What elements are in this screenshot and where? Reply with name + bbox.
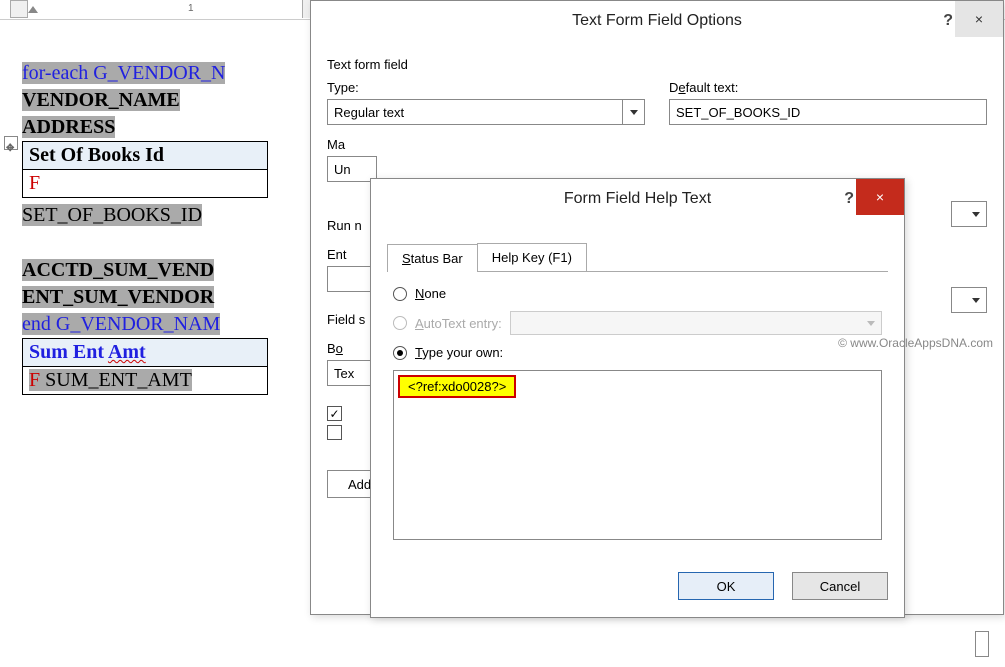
fillin-enabled-checkbox[interactable]: ✓ <box>327 406 342 421</box>
dialog-title: Form Field Help Text <box>564 190 711 208</box>
help-text-textarea[interactable]: <?ref:xdo0028?> <box>393 370 882 540</box>
max-length-label: Ma <box>327 137 345 152</box>
text-format-combo[interactable] <box>951 201 987 227</box>
default-text-label: Default text: <box>669 80 738 95</box>
close-icon[interactable]: × <box>856 179 904 215</box>
foreach-field[interactable]: for-each G_VENDOR_N <box>22 62 225 84</box>
tabs: Status Bar Help Key (F1) <box>387 243 888 272</box>
dialog-title: Text Form Field Options <box>572 12 742 30</box>
help-icon[interactable]: ? <box>943 12 953 30</box>
ok-button[interactable]: OK <box>678 572 774 600</box>
table-cell-sum-ent-amt[interactable]: F SUM_ENT_AMT <box>22 367 268 395</box>
form-field-help-text-dialog: Form Field Help Text ? × Status Bar Help… <box>370 178 905 618</box>
entry-label: Ent <box>327 247 347 262</box>
ent-sum-field: ENT_SUM_VENDOR <box>22 286 214 308</box>
tab-status-bar[interactable]: Status Bar <box>387 244 478 272</box>
cancel-button[interactable]: Cancel <box>792 572 888 600</box>
ruler-number: 1 <box>188 3 194 14</box>
address-field: ADDRESS <box>22 116 115 138</box>
table-header-sum-ent-amt[interactable]: Sum Ent Amt <box>22 338 268 367</box>
run-macro-label: Run n <box>327 218 362 233</box>
tab-help-key[interactable]: Help Key (F1) <box>477 243 587 271</box>
dialog-title-bar[interactable]: Form Field Help Text ? × <box>371 179 904 219</box>
radio-none[interactable] <box>393 287 407 301</box>
type-value: Regular text <box>334 105 404 120</box>
group-label-text-form-field: Text form field <box>327 57 987 72</box>
bookmark-label: Bo <box>327 341 343 356</box>
radio-type-your-own-label: Type your own: <box>415 345 503 360</box>
close-icon[interactable]: × <box>955 1 1003 37</box>
radio-type-your-own[interactable] <box>393 346 407 360</box>
table-move-handle-icon[interactable] <box>4 136 18 150</box>
type-label: Type: <box>327 80 359 95</box>
acctd-sum-field: ACCTD_SUM_VEND <box>22 259 214 281</box>
type-combo[interactable]: Regular text <box>327 99 645 125</box>
end-foreach-field[interactable]: end G_VENDOR_NAM <box>22 313 220 335</box>
exit-macro-combo[interactable] <box>951 287 987 313</box>
watermark: © www.OracleAppsDNA.com <box>838 336 993 350</box>
radio-none-label: None <box>415 286 446 301</box>
tab-stop-selector[interactable] <box>10 0 28 18</box>
help-text-value: <?ref:xdo0028?> <box>398 375 516 398</box>
field-settings-label: Field s <box>327 312 365 327</box>
dialog-title-bar[interactable]: Text Form Field Options ? × <box>311 1 1003 41</box>
radio-autotext-label: AutoText entry: <box>415 316 502 331</box>
autotext-combo <box>510 311 882 335</box>
radio-autotext <box>393 316 407 330</box>
table-header-set-of-books[interactable]: Set Of Books Id <box>22 141 268 170</box>
chevron-down-icon[interactable] <box>622 100 644 124</box>
calculate-on-exit-checkbox[interactable] <box>327 425 342 440</box>
document-body: for-each G_VENDOR_N VENDOR_NAME ADDRESS … <box>22 60 268 395</box>
truncated-control[interactable] <box>975 631 989 657</box>
table-cell-f[interactable]: F <box>22 170 268 198</box>
vendor-name-field: VENDOR_NAME <box>22 89 180 111</box>
help-icon[interactable]: ? <box>844 190 854 208</box>
set-of-books-id-field[interactable]: SET_OF_BOOKS_ID <box>22 204 202 226</box>
default-text-input[interactable] <box>669 99 987 125</box>
